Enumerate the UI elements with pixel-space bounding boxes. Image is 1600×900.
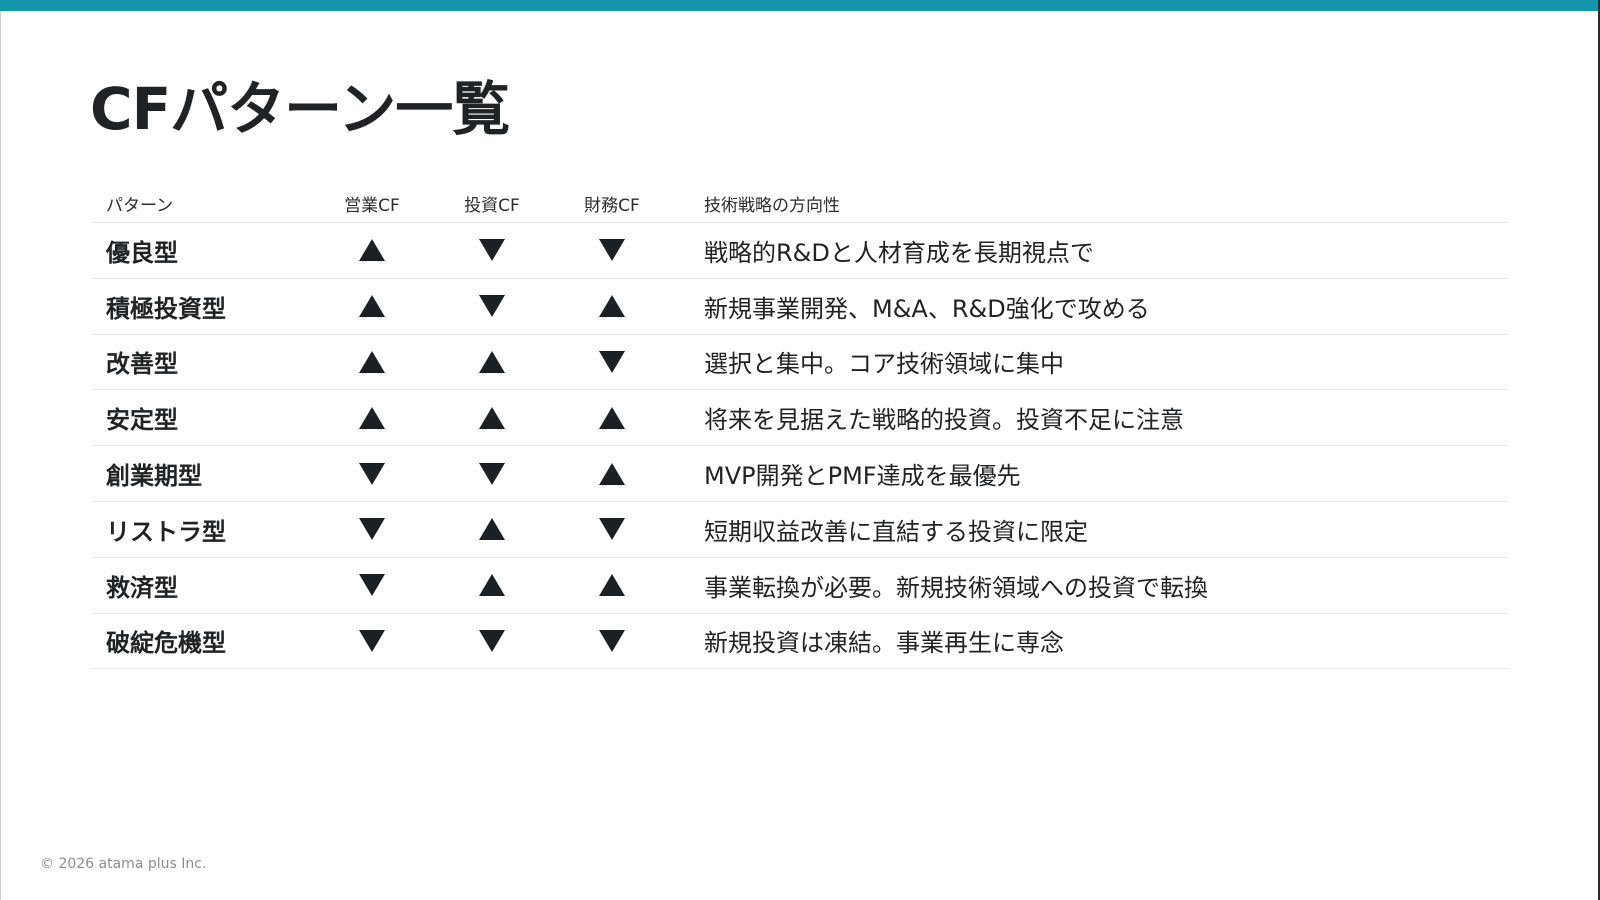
strategy-text: 短期収益改善に直結する投資に限定 xyxy=(704,517,1088,546)
financing-cf-cell xyxy=(552,629,672,652)
triangle-up-icon xyxy=(599,462,625,485)
strategy-text: 新規投資は凍結。事業再生に専念 xyxy=(704,629,1064,658)
triangle-up-icon xyxy=(359,350,385,373)
operating-cf-cell xyxy=(312,350,432,373)
strategy-text: MVP開発とPMF達成を最優先 xyxy=(704,462,1021,491)
triangle-down-icon xyxy=(599,518,625,541)
operating-cf-cell xyxy=(312,406,432,429)
header-investing-cf: 投資CF xyxy=(464,195,520,216)
triangle-down-icon xyxy=(599,629,625,652)
triangle-down-icon xyxy=(479,462,505,485)
header-strategy: 技術戦略の方向性 xyxy=(704,195,840,216)
strategy-text: 選択と集中。コア技術領域に集中 xyxy=(704,350,1064,379)
pattern-name: 改善型 xyxy=(106,350,178,379)
pattern-name: 破綻危機型 xyxy=(106,629,226,658)
triangle-down-icon xyxy=(359,629,385,652)
triangle-up-icon xyxy=(599,295,625,318)
copyright-footer: © 2026 atama plus Inc. xyxy=(40,856,207,872)
table-row: 改善型 選択と集中。コア技術領域に集中 xyxy=(92,335,1508,391)
table-row: 救済型 事業転換が必要。新規技術領域への投資で転換 xyxy=(92,558,1508,614)
operating-cf-cell xyxy=(312,239,432,262)
triangle-down-icon xyxy=(479,239,505,262)
investing-cf-cell xyxy=(432,295,552,318)
pattern-name: 積極投資型 xyxy=(106,294,226,323)
triangle-down-icon xyxy=(359,574,385,597)
triangle-down-icon xyxy=(479,295,505,318)
investing-cf-cell xyxy=(432,350,552,373)
triangle-down-icon xyxy=(599,239,625,262)
operating-cf-cell xyxy=(312,574,432,597)
triangle-down-icon xyxy=(599,350,625,373)
triangle-up-icon xyxy=(479,518,505,541)
financing-cf-cell xyxy=(552,239,672,262)
header-operating-cf: 営業CF xyxy=(344,195,400,216)
financing-cf-cell xyxy=(552,574,672,597)
cf-pattern-table: パターン 営業CF 投資CF 財務CF 技術戦略の方向性 優良型 戦略的R&Dと人… xyxy=(92,178,1508,670)
operating-cf-cell xyxy=(312,295,432,318)
table-row: リストラ型 短期収益改善に直結する投資に限定 xyxy=(92,502,1508,558)
investing-cf-cell xyxy=(432,574,552,597)
triangle-down-icon xyxy=(479,629,505,652)
triangle-up-icon xyxy=(359,406,385,429)
table-header-row: パターン 営業CF 投資CF 財務CF 技術戦略の方向性 xyxy=(92,178,1508,223)
triangle-up-icon xyxy=(359,295,385,318)
pattern-name: 創業期型 xyxy=(106,462,202,491)
table-row: 優良型 戦略的R&Dと人材育成を長期視点で xyxy=(92,223,1508,279)
investing-cf-cell xyxy=(432,629,552,652)
pattern-name: 優良型 xyxy=(106,238,178,267)
header-pattern: パターン xyxy=(106,195,174,216)
top-accent-bar xyxy=(0,0,1600,11)
pattern-name: 安定型 xyxy=(106,406,178,435)
investing-cf-cell xyxy=(432,462,552,485)
financing-cf-cell xyxy=(552,518,672,541)
operating-cf-cell xyxy=(312,629,432,652)
pattern-name: リストラ型 xyxy=(106,517,226,546)
triangle-up-icon xyxy=(359,239,385,262)
investing-cf-cell xyxy=(432,239,552,262)
strategy-text: 事業転換が必要。新規技術領域への投資で転換 xyxy=(704,573,1208,602)
financing-cf-cell xyxy=(552,462,672,485)
header-financing-cf: 財務CF xyxy=(584,195,640,216)
financing-cf-cell xyxy=(552,295,672,318)
financing-cf-cell xyxy=(552,350,672,373)
triangle-up-icon xyxy=(479,350,505,373)
triangle-up-icon xyxy=(599,406,625,429)
table-row: 破綻危機型 新規投資は凍結。事業再生に専念 xyxy=(92,614,1508,670)
strategy-text: 将来を見据えた戦略的投資。投資不足に注意 xyxy=(704,406,1184,435)
financing-cf-cell xyxy=(552,406,672,429)
operating-cf-cell xyxy=(312,518,432,541)
pattern-name: 救済型 xyxy=(106,573,178,602)
operating-cf-cell xyxy=(312,462,432,485)
slide-title: CFパターン一覧 xyxy=(90,75,510,143)
strategy-text: 新規事業開発、M&A、R&D強化で攻める xyxy=(704,294,1150,323)
table-row: 積極投資型 新規事業開発、M&A、R&D強化で攻める xyxy=(92,279,1508,335)
triangle-up-icon xyxy=(599,574,625,597)
table-row: 安定型 将来を見据えた戦略的投資。投資不足に注意 xyxy=(92,390,1508,447)
investing-cf-cell xyxy=(432,406,552,429)
left-border xyxy=(0,0,1,900)
table-body: 優良型 戦略的R&Dと人材育成を長期視点で積極投資型 新規事業開発、M&A、R&D強… xyxy=(92,223,1508,670)
triangle-down-icon xyxy=(359,518,385,541)
table-row: 創業期型 MVP開発とPMF達成を最優先 xyxy=(92,446,1508,502)
strategy-text: 戦略的R&Dと人材育成を長期視点で xyxy=(704,238,1094,267)
triangle-up-icon xyxy=(479,574,505,597)
investing-cf-cell xyxy=(432,518,552,541)
triangle-down-icon xyxy=(359,462,385,485)
triangle-up-icon xyxy=(479,406,505,429)
